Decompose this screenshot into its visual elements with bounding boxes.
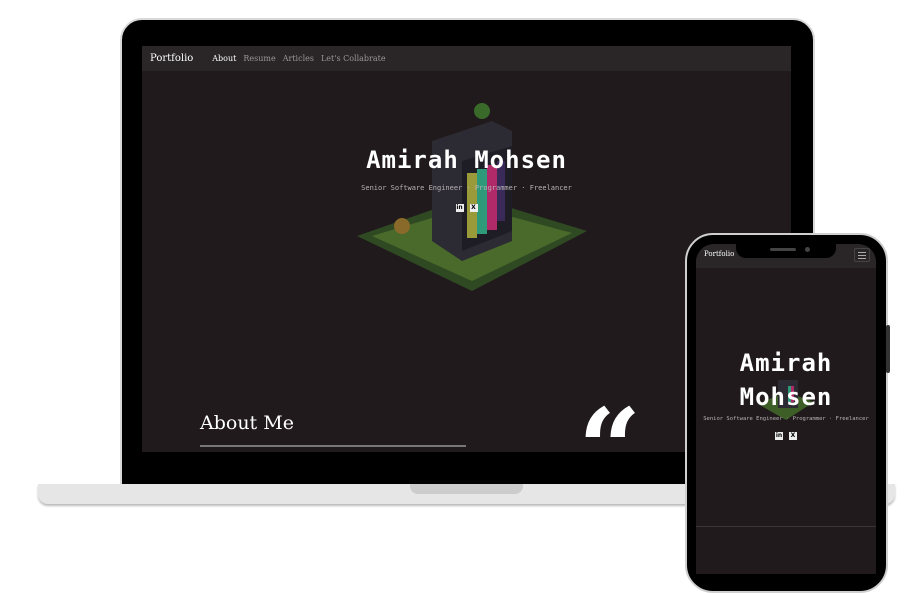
linkedin-icon[interactable]: in bbox=[455, 204, 464, 212]
x-twitter-icon[interactable]: X bbox=[789, 432, 797, 440]
navbar: Portfolio About Resume Articles Let's Co… bbox=[142, 46, 791, 71]
about-divider bbox=[200, 445, 466, 447]
phone-speaker bbox=[770, 248, 796, 251]
linkedin-icon[interactable]: in bbox=[775, 432, 783, 440]
section-divider bbox=[696, 526, 876, 527]
nav-about[interactable]: About bbox=[212, 54, 236, 63]
pixel-art-tv-image bbox=[357, 103, 587, 291]
hero-subtitle: Senior Software Engineer · Programmer · … bbox=[361, 184, 572, 192]
mobile-hero-name-line1: Amirah bbox=[739, 349, 833, 377]
about-heading: About Me bbox=[200, 412, 294, 434]
phone-side-button bbox=[886, 325, 890, 373]
nav-articles[interactable]: Articles bbox=[283, 54, 314, 63]
quote-icon: “ bbox=[578, 384, 642, 453]
nav-collaborate[interactable]: Let's Collabrate bbox=[321, 54, 386, 63]
x-twitter-icon[interactable]: X bbox=[469, 204, 478, 212]
hamburger-menu-icon[interactable] bbox=[854, 248, 870, 262]
phone-notch bbox=[736, 244, 836, 258]
phone-screen: Portfolio Amirah Mohsen Senior Software … bbox=[696, 244, 876, 574]
laptop-notch bbox=[410, 484, 523, 494]
brand-link[interactable]: Portfolio bbox=[150, 53, 193, 64]
hero-name: Amirah Mohsen bbox=[366, 146, 567, 174]
phone-camera bbox=[805, 247, 810, 252]
mobile-brand-link[interactable]: Portfolio bbox=[704, 250, 734, 258]
nav-resume[interactable]: Resume bbox=[243, 54, 275, 63]
mobile-hero-subtitle: Senior Software Engineer · Programmer · … bbox=[703, 416, 869, 422]
mobile-hero-name-line2: Mohsen bbox=[739, 383, 833, 411]
